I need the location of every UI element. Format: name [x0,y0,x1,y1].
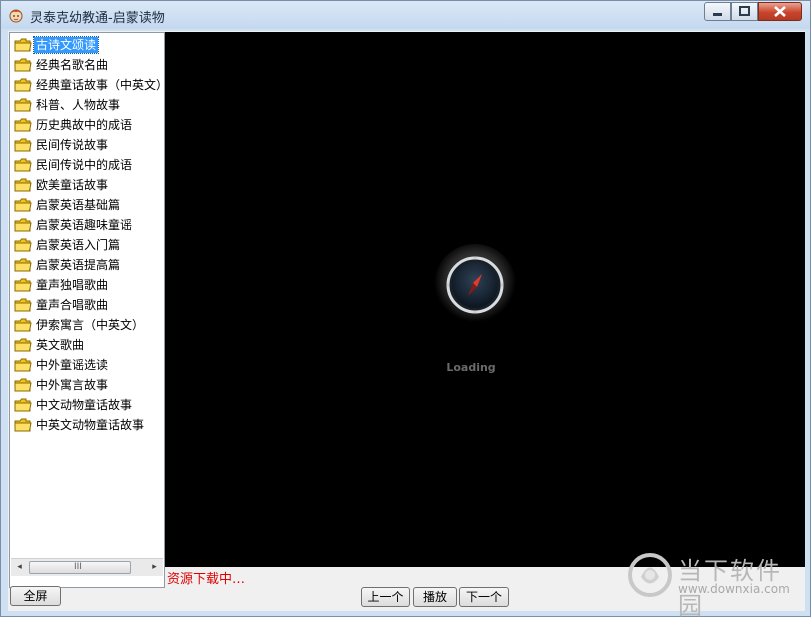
folder-icon [14,258,32,272]
category-tree[interactable]: 古诗文颂读经典名歌名曲经典童话故事（中英文） 科普、人物故事 历史典故中的成语 民间传… [9,32,165,588]
folder-icon [14,158,32,172]
folder-icon [14,178,32,192]
tree-item-label: 欧美童话故事 [36,178,109,192]
tree-item-label: 历史典故中的成语 [36,118,133,132]
scroll-right-arrow[interactable]: ▸ [146,559,163,576]
tree-item-label: 民间传说中的成语 [36,158,133,172]
folder-icon [14,218,32,232]
folder-icon [14,138,32,152]
tree-item-label: 童声独唱歌曲 [36,278,109,292]
scroll-grip-icon: III [74,562,82,572]
tree-item-label: 中外寓言故事 [36,378,109,392]
window-title: 灵泰克幼教通-启蒙读物 [30,11,165,26]
tree-item-label: 中外童谣选读 [36,358,109,372]
folder-icon [14,98,32,112]
folder-icon [14,358,32,372]
tree-item-label: 中英文动物童话故事 [36,418,145,432]
tree-item-label: 英文歌曲 [36,338,85,352]
tree-item-label: 中文动物童话故事 [36,398,133,412]
horizontal-scrollbar[interactable]: ◂ III ▸ [11,558,163,576]
tree-item-label: 科普、人物故事 [36,98,121,112]
folder-icon [14,318,32,332]
folder-icon [14,298,32,312]
watermark: 当下软件园 www.downxia.com [627,552,805,620]
child-face-icon [9,9,23,23]
folder-icon [14,418,32,432]
close-button[interactable] [758,2,802,21]
tree-item-label: 启蒙英语基础篇 [36,198,121,212]
tree-item-label: 古诗文颂读 [32,36,100,54]
prev-button[interactable]: 上一个 [361,587,410,607]
folder-icon [14,398,32,412]
tree-item-label: 伊索寓言（中英文） [36,318,145,332]
minimize-icon [713,13,722,16]
tree-item-label: 童声合唱歌曲 [36,298,109,312]
folder-icon [14,78,32,92]
folder-icon [14,38,32,52]
folder-icon [14,338,32,352]
tree-item-label: 经典名歌名曲 [36,58,109,72]
maximize-icon [739,6,750,16]
folder-icon [14,118,32,132]
folder-icon [14,378,32,392]
tree-item-label: 启蒙英语入门篇 [36,238,121,252]
tree-item-label: 经典童话故事（中英文） [36,78,165,92]
client-area: 古诗文颂读经典名歌名曲经典童话故事（中英文） 科普、人物故事 历史典故中的成语 民间传… [8,31,805,620]
close-icon [774,6,786,17]
folder-icon [14,198,32,212]
title-bar[interactable]: 灵泰克幼教通-启蒙读物 [1,1,810,29]
download-status: 资源下载中… [167,572,246,587]
tree-item-label: 启蒙英语提高篇 [36,258,121,272]
app-window: 灵泰克幼教通-启蒙读物 古诗文颂读经典名歌名曲经典童话故事（中英文） 科普、人物故… [0,0,811,620]
minimize-button[interactable] [704,2,731,21]
scroll-thumb[interactable]: III [29,561,131,574]
scroll-left-arrow[interactable]: ◂ [11,559,28,576]
tree-item-label: 民间传说故事 [36,138,109,152]
folder-icon [14,58,32,72]
folder-icon [14,238,32,252]
next-button[interactable]: 下一个 [459,587,509,607]
folder-icon [14,278,32,292]
downxia-logo-icon [628,553,672,597]
maximize-button[interactable] [731,2,758,21]
watermark-url: www.downxia.com [678,582,790,596]
compass-icon [434,244,516,326]
play-button[interactable]: 播放 [413,587,457,607]
tree-item-label: 启蒙英语趣味童谣 [36,218,133,232]
video-player[interactable]: Loading [165,32,805,567]
loading-text: Loading [446,361,496,374]
fullscreen-button[interactable]: 全屏 [10,586,61,606]
